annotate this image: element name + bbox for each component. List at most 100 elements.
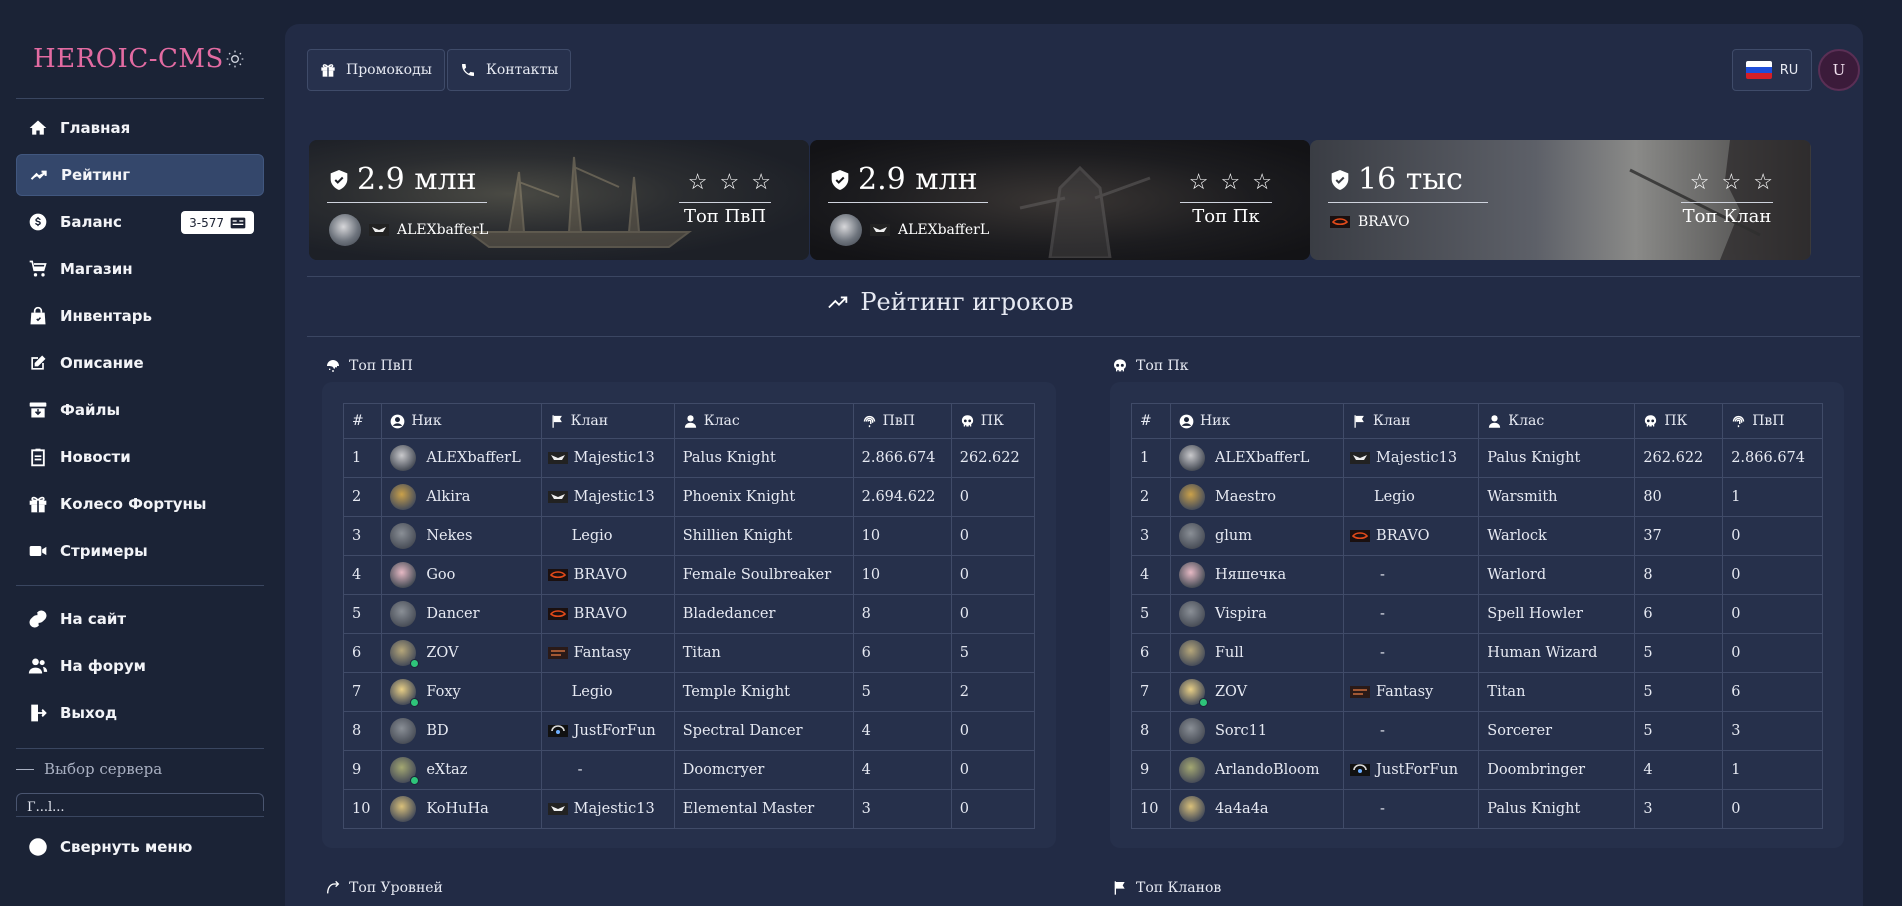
- column-header[interactable]: ПК: [1634, 403, 1724, 439]
- rank-cell: 4: [1131, 555, 1171, 595]
- class-cell: Phoenix Knight: [673, 477, 854, 517]
- stat-cell: 4: [852, 711, 952, 751]
- clan-cell[interactable]: BRAVO: [1350, 528, 1470, 544]
- person-icon: [1489, 414, 1501, 428]
- sidebar-item-streamers[interactable]: Стримеры: [16, 530, 264, 572]
- stat-cell: 2: [950, 672, 1036, 712]
- hero-player[interactable]: ALEXbafferL: [329, 214, 488, 246]
- stat-cell: 1: [1722, 477, 1823, 517]
- nick-cell[interactable]: Nekes: [381, 516, 542, 556]
- class-cell: Spell Howler: [1478, 594, 1636, 634]
- brand-logo[interactable]: HEROIC-CMS: [33, 44, 224, 74]
- nick-cell[interactable]: KoHuHa: [381, 789, 542, 829]
- clan-cell[interactable]: Fantasy: [1350, 684, 1470, 700]
- user-avatar[interactable]: U: [1818, 49, 1860, 91]
- language-button[interactable]: RU: [1732, 49, 1812, 91]
- clan-cell[interactable]: Majestic13: [547, 450, 666, 466]
- nick-cell[interactable]: Alkira: [381, 477, 542, 517]
- sidebar-item-balance[interactable]: Баланс 3-577: [16, 201, 264, 243]
- nick-cell[interactable]: Goo: [381, 555, 542, 595]
- nick-cell[interactable]: Foxy: [381, 672, 542, 712]
- sidebar-link-site[interactable]: На сайт: [16, 598, 264, 640]
- nick-cell[interactable]: ALEXbafferL: [1169, 438, 1345, 478]
- clan-cell[interactable]: Legio: [1352, 489, 1470, 505]
- nick-cell[interactable]: ZOV: [381, 633, 542, 673]
- nick-cell[interactable]: ZOV: [1169, 672, 1345, 712]
- nick-cell[interactable]: ALEXbafferL: [381, 438, 542, 478]
- rating-stars: ☆ ☆ ☆: [1188, 170, 1272, 195]
- column-header[interactable]: Ник: [381, 403, 542, 439]
- column-header[interactable]: Ник: [1169, 403, 1345, 439]
- nick-cell[interactable]: Maestro: [1169, 477, 1345, 517]
- nick-cell[interactable]: Full: [1169, 633, 1345, 673]
- column-header[interactable]: ПвП: [1722, 403, 1823, 439]
- hero-card-top-pvp[interactable]: 2.9 млн ALEXbafferL ☆ ☆ ☆ Топ ПвП: [309, 140, 809, 260]
- fingerprint-icon: [327, 360, 339, 372]
- nick-cell[interactable]: BD: [381, 711, 542, 751]
- hero-card-top-clan[interactable]: 16 тыс BRAVO ☆ ☆ ☆ Топ Клан: [1310, 140, 1811, 260]
- column-header[interactable]: Клан: [540, 403, 675, 439]
- sidebar-item-label: Выход: [60, 704, 118, 722]
- nick-cell[interactable]: glum: [1169, 516, 1345, 556]
- clan-cell[interactable]: BRAVO: [547, 567, 666, 583]
- nick-cell[interactable]: eXtaz: [381, 750, 542, 790]
- clan-cell[interactable]: BRAVO: [547, 606, 666, 622]
- sidebar-link-forum[interactable]: На форум: [16, 645, 264, 687]
- sidebar-item-wheel[interactable]: Колесо Фортуны: [16, 483, 264, 525]
- clan-cell[interactable]: Legio: [550, 528, 666, 544]
- column-header[interactable]: Клас: [1478, 403, 1636, 439]
- stat-cell: 8: [852, 594, 952, 634]
- clan-cell[interactable]: JustForFun: [547, 723, 666, 739]
- nick-cell[interactable]: Vispira: [1169, 594, 1345, 634]
- clan-cell[interactable]: Legio: [550, 684, 666, 700]
- clan-cell[interactable]: Fantasy: [547, 645, 666, 661]
- column-header[interactable]: ПвП: [852, 403, 952, 439]
- hero-player[interactable]: ALEXbafferL: [830, 214, 989, 246]
- nick-cell[interactable]: Dancer: [381, 594, 542, 634]
- nick-cell[interactable]: Няшечка: [1169, 555, 1345, 595]
- sidebar-item-home[interactable]: Главная: [16, 107, 264, 149]
- server-select[interactable]: Г...l...: [16, 793, 264, 811]
- player-nick: glum: [1214, 528, 1252, 544]
- table-row: 3 glum BRAVO Warlock 37 0: [1131, 516, 1823, 556]
- cart-icon: [29, 260, 47, 277]
- class-cell: Spectral Dancer: [673, 711, 854, 751]
- nick-cell[interactable]: 4a4a4a: [1169, 789, 1345, 829]
- sidebar-item-rating[interactable]: Рейтинг: [16, 154, 264, 196]
- balance-badge[interactable]: 3-577: [181, 211, 254, 234]
- sidebar-item-news[interactable]: Новости: [16, 436, 264, 478]
- clan-cell[interactable]: Majestic13: [547, 801, 666, 817]
- column-header[interactable]: Клан: [1343, 403, 1480, 439]
- contacts-button[interactable]: Контакты: [447, 49, 572, 91]
- theme-toggle-icon[interactable]: [225, 49, 245, 69]
- rank-cell: 8: [1131, 711, 1171, 751]
- sidebar-item-description[interactable]: Описание: [16, 342, 264, 384]
- column-header[interactable]: ПК: [950, 403, 1036, 439]
- user-circle-icon: [390, 414, 405, 428]
- promo-button[interactable]: Промокоды: [307, 49, 445, 91]
- rank-cell: 4: [342, 555, 383, 595]
- collapse-menu-button[interactable]: Свернуть меню: [16, 826, 264, 868]
- clan-name: BRAVO: [573, 567, 628, 583]
- collapse-icon: [29, 838, 47, 856]
- clan-cell[interactable]: JustForFun: [1350, 762, 1470, 778]
- column-header[interactable]: #: [1131, 403, 1171, 439]
- nick-cell[interactable]: Sorc11: [1169, 711, 1345, 751]
- clan-emblem-icon: [547, 608, 568, 620]
- sidebar-item-shop[interactable]: Магазин: [16, 248, 264, 290]
- sidebar-item-files[interactable]: Файлы: [16, 389, 264, 431]
- sidebar-link-logout[interactable]: Выход: [16, 692, 264, 734]
- hero-card-top-pk[interactable]: 2.9 млн ALEXbafferL ☆ ☆ ☆ Топ Пк: [810, 140, 1310, 260]
- table-header-row: # Ник Клан Клас ПвП ПК: [342, 403, 1036, 439]
- column-header[interactable]: Клас: [673, 403, 854, 439]
- wallet-icon: [230, 217, 246, 228]
- player-avatar: [1178, 640, 1205, 666]
- rating-stars: ☆ ☆ ☆: [687, 170, 771, 195]
- clan-cell[interactable]: Majestic13: [1350, 450, 1470, 466]
- nick-cell[interactable]: ArlandoBloom: [1169, 750, 1345, 790]
- column-header[interactable]: #: [342, 403, 383, 439]
- hero-clan[interactable]: BRAVO: [1330, 214, 1410, 230]
- clan-cell[interactable]: Majestic13: [547, 489, 666, 505]
- class-cell: Titan: [673, 633, 854, 673]
- stat-cell: 6: [852, 633, 952, 673]
